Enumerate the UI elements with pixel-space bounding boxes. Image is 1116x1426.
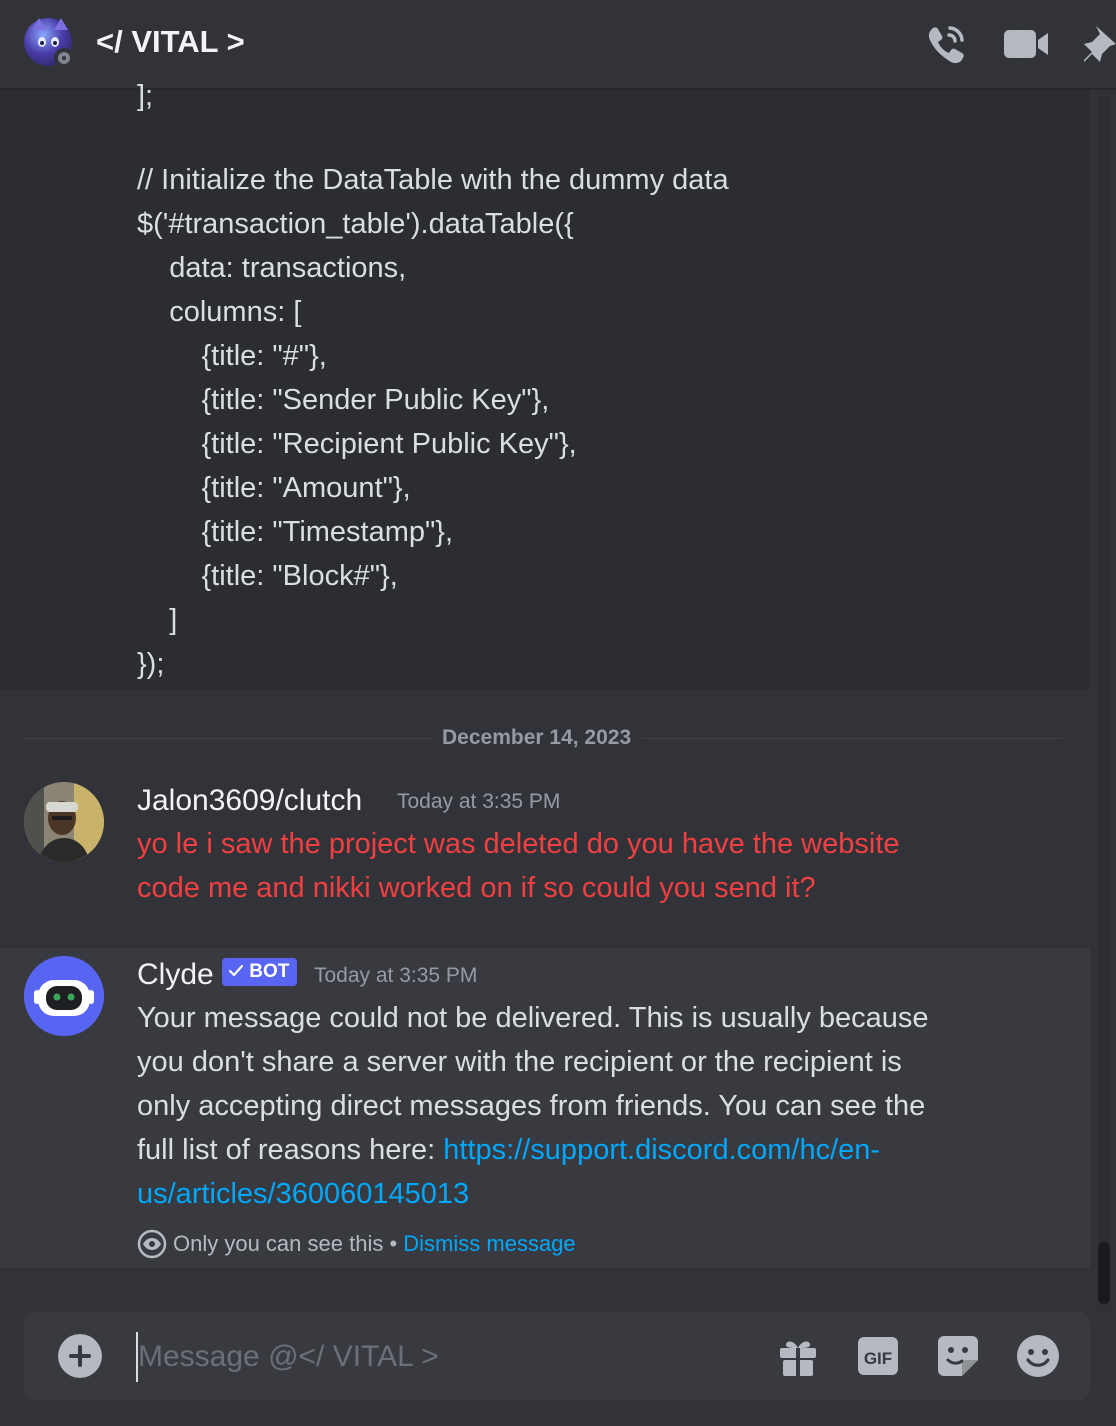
- bot-badge: BOT: [222, 958, 298, 986]
- gift-icon[interactable]: [776, 1334, 820, 1378]
- ephemeral-note-text: Only you can see this: [173, 1231, 384, 1256]
- svg-text:GIF: GIF: [864, 1349, 892, 1368]
- channel-title: </ VITAL >: [96, 24, 245, 59]
- gif-icon[interactable]: GIF: [856, 1334, 900, 1378]
- message-line: you don't share a server with the recipi…: [137, 1046, 902, 1078]
- emoji-icon[interactable]: [1016, 1334, 1060, 1378]
- dismiss-message-link[interactable]: Dismiss message: [403, 1231, 575, 1256]
- code-line: {title: "#"},: [137, 340, 327, 372]
- message-content: Your message could not be delivered. Thi…: [137, 996, 977, 1216]
- message-content: yo le i saw the project was deleted do y…: [137, 822, 977, 910]
- bot-badge-label: BOT: [249, 961, 290, 982]
- support-link-continued[interactable]: us/articles/360060145013: [137, 1172, 977, 1216]
- code-line: {title: "Timestamp"},: [137, 516, 454, 548]
- code-line: ];: [137, 80, 154, 112]
- message-composer: GIF: [24, 1312, 1090, 1400]
- channel-header: </ VITAL >: [0, 0, 1116, 90]
- code-line: ]: [137, 604, 178, 636]
- separator: •: [383, 1231, 404, 1256]
- code-line: });: [137, 648, 165, 680]
- code-line: // Initialize the DataTable with the dum…: [137, 164, 729, 196]
- date-divider-label: December 14, 2023: [432, 722, 642, 754]
- code-line: {title: "Recipient Public Key"},: [137, 428, 577, 460]
- video-camera-icon[interactable]: [1002, 22, 1050, 66]
- message-input[interactable]: [136, 1332, 740, 1382]
- ephemeral-notice: Only you can see this • Dismiss message: [137, 1228, 576, 1260]
- clyde-avatar[interactable]: [24, 956, 104, 1036]
- code-line: $('#transaction_table').dataTable({: [137, 208, 574, 240]
- phone-call-icon[interactable]: [924, 22, 968, 66]
- message-line: code me and nikki worked on if so could …: [137, 872, 816, 904]
- code-line: columns: [: [137, 296, 302, 328]
- message-timestamp: Today at 3:35 PM: [397, 790, 561, 813]
- message-username[interactable]: Clyde: [137, 958, 214, 992]
- message-text: full list of reasons here:: [137, 1134, 444, 1166]
- message-timestamp: Today at 3:35 PM: [314, 964, 478, 987]
- code-line: {title: "Block#"},: [137, 560, 398, 592]
- message-line: Your message could not be delivered. Thi…: [137, 1002, 929, 1034]
- sticker-icon[interactable]: [936, 1334, 980, 1378]
- code-line: {title: "Amount"},: [137, 472, 411, 504]
- user-avatar[interactable]: [24, 782, 104, 862]
- code-line: data: transactions,: [137, 252, 407, 284]
- scrollbar-track[interactable]: [1098, 96, 1110, 1306]
- support-link[interactable]: https://support.discord.com/hc/en-: [443, 1134, 880, 1166]
- code-line: {title: "Sender Public Key"},: [137, 384, 550, 416]
- message-line: full list of reasons here: https://suppo…: [137, 1128, 977, 1172]
- add-attachment-icon[interactable]: [58, 1334, 102, 1378]
- message-username[interactable]: Jalon3609/clutch: [137, 784, 362, 818]
- message-line: yo le i saw the project was deleted do y…: [137, 828, 900, 860]
- scrollbar-thumb[interactable]: [1098, 1242, 1110, 1304]
- offline-status-icon: [54, 48, 74, 68]
- checkmark-icon: [228, 964, 244, 977]
- eye-icon: [137, 1229, 167, 1259]
- pin-icon[interactable]: [1082, 22, 1116, 66]
- message-line: only accepting direct messages from frie…: [137, 1090, 926, 1122]
